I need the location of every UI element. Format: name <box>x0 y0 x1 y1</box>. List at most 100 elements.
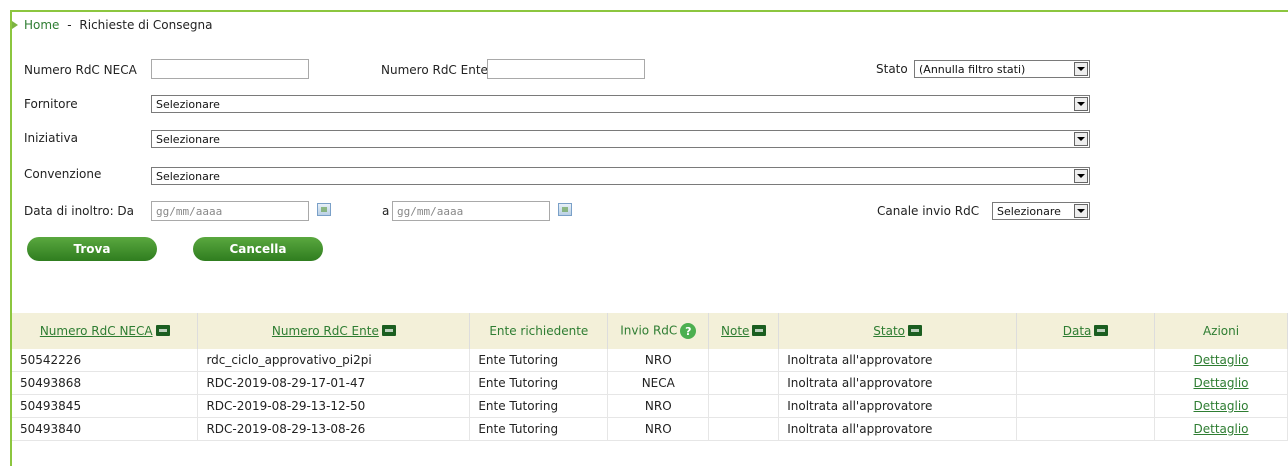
breadcrumb-separator: - <box>63 18 76 32</box>
cell-numero-ente: RDC-2019-08-29-13-08-26 <box>197 417 471 441</box>
invio-header-label: Invio RdC <box>620 323 678 338</box>
dettaglio-link[interactable]: Dettaglio <box>1194 376 1249 390</box>
azioni-header-label: Azioni <box>1202 324 1240 338</box>
breadcrumb: Home - Richieste di Consegna <box>12 18 212 32</box>
numero-neca-label: Numero RdC NECA <box>24 63 137 77</box>
sort-icon[interactable] <box>1094 325 1109 336</box>
table-header-row: Numero RdC NECA Numero RdC Ente Ente ric… <box>12 313 1288 349</box>
sort-icon[interactable] <box>908 325 923 336</box>
cell-azioni: Dettaglio <box>1154 349 1288 372</box>
chevron-down-icon <box>1074 204 1088 218</box>
table-row: 50493868 RDC-2019-08-29-17-01-47 Ente Tu… <box>12 371 1288 395</box>
cell-data <box>1016 394 1156 418</box>
cell-note <box>708 371 780 395</box>
data-a-input[interactable] <box>392 201 550 221</box>
cell-invio: NRO <box>607 349 710 372</box>
data-da-label: Data di inoltro: Da <box>24 204 135 218</box>
table-row: 50493840 RDC-2019-08-29-13-08-26 Ente Tu… <box>12 417 1288 441</box>
calendar-icon[interactable] <box>558 203 572 216</box>
trova-button[interactable]: Trova <box>27 237 157 261</box>
sort-numero-ente-link[interactable]: Numero RdC Ente <box>272 324 379 338</box>
chevron-down-icon <box>1074 132 1088 146</box>
col-numero-neca[interactable]: Numero RdC NECA <box>12 313 199 349</box>
dettaglio-link[interactable]: Dettaglio <box>1194 422 1249 436</box>
sort-icon[interactable] <box>155 325 170 336</box>
cell-numero-ente: RDC-2019-08-29-17-01-47 <box>197 371 471 395</box>
cell-numero-neca: 50542226 <box>12 349 199 372</box>
convenzione-label: Convenzione <box>24 167 102 181</box>
dettaglio-link[interactable]: Dettaglio <box>1194 353 1249 367</box>
cell-stato: Inoltrata all'approvatore <box>778 394 1018 418</box>
data-da-input[interactable] <box>151 201 309 221</box>
fornitore-label: Fornitore <box>24 97 78 111</box>
table-row: 50542226 rdc_ciclo_approvativo_pi2pi Ent… <box>12 349 1288 372</box>
results-table: Numero RdC NECA Numero RdC Ente Ente ric… <box>12 313 1288 441</box>
iniziativa-select[interactable]: Selezionare <box>151 130 1090 148</box>
cell-note <box>708 349 780 372</box>
col-azioni: Azioni <box>1154 313 1288 349</box>
sort-numero-neca-link[interactable]: Numero RdC NECA <box>40 324 153 338</box>
col-invio-rdc: Invio RdC? <box>607 313 710 349</box>
cell-numero-neca: 50493840 <box>12 417 199 441</box>
cell-stato: Inoltrata all'approvatore <box>778 417 1018 441</box>
stato-label: Stato <box>876 62 908 76</box>
col-data[interactable]: Data <box>1016 313 1156 349</box>
cell-invio: NRO <box>607 417 710 441</box>
col-note[interactable]: Note <box>708 313 780 349</box>
stato-select-value: (Annulla filtro stati) <box>919 62 1026 76</box>
breadcrumb-home-link[interactable]: Home <box>24 18 59 32</box>
sort-stato-link[interactable]: Stato <box>873 324 905 338</box>
sort-note-link[interactable]: Note <box>721 324 749 338</box>
canale-label: Canale invio RdC <box>877 204 980 218</box>
iniziativa-select-value: Selezionare <box>156 132 220 146</box>
sort-icon[interactable] <box>752 325 767 336</box>
cell-azioni: Dettaglio <box>1154 394 1288 418</box>
cell-data <box>1016 371 1156 395</box>
numero-ente-input[interactable] <box>487 59 645 79</box>
sort-data-link[interactable]: Data <box>1063 324 1092 338</box>
ente-header-label: Ente richiedente <box>489 324 589 338</box>
cell-numero-neca: 50493845 <box>12 394 199 418</box>
cell-note <box>708 417 780 441</box>
cell-numero-ente: RDC-2019-08-29-13-12-50 <box>197 394 471 418</box>
cell-ente: Ente Tutoring <box>469 371 609 395</box>
cell-data <box>1016 417 1156 441</box>
help-icon[interactable]: ? <box>680 323 697 339</box>
cancella-button[interactable]: Cancella <box>193 237 323 261</box>
calendar-icon[interactable] <box>317 203 331 216</box>
chevron-down-icon <box>1074 97 1088 111</box>
numero-ente-label: Numero RdC Ente <box>381 63 488 77</box>
cell-data <box>1016 349 1156 372</box>
cell-azioni: Dettaglio <box>1154 371 1288 395</box>
breadcrumb-arrow-icon <box>12 21 18 29</box>
convenzione-select[interactable]: Selezionare <box>151 167 1090 185</box>
dettaglio-link[interactable]: Dettaglio <box>1194 399 1249 413</box>
cell-ente: Ente Tutoring <box>469 394 609 418</box>
cell-ente: Ente Tutoring <box>469 349 609 372</box>
stato-select[interactable]: (Annulla filtro stati) <box>914 60 1090 78</box>
cell-numero-ente: rdc_ciclo_approvativo_pi2pi <box>197 349 471 372</box>
numero-neca-input[interactable] <box>151 59 309 79</box>
breadcrumb-current: Richieste di Consegna <box>79 18 213 32</box>
cell-note <box>708 394 780 418</box>
canale-select-value: Selezionare <box>997 204 1061 218</box>
convenzione-select-value: Selezionare <box>156 169 220 183</box>
chevron-down-icon <box>1074 169 1088 183</box>
cell-stato: Inoltrata all'approvatore <box>778 349 1018 372</box>
table-row: 50493845 RDC-2019-08-29-13-12-50 Ente Tu… <box>12 394 1288 418</box>
col-ente-richiedente: Ente richiedente <box>469 313 609 349</box>
fornitore-select-value: Selezionare <box>156 97 220 111</box>
fornitore-select[interactable]: Selezionare <box>151 95 1090 113</box>
canale-select[interactable]: Selezionare <box>992 202 1090 220</box>
chevron-down-icon <box>1074 62 1088 76</box>
iniziativa-label: Iniziativa <box>24 131 78 145</box>
cell-azioni: Dettaglio <box>1154 417 1288 441</box>
col-stato[interactable]: Stato <box>778 313 1018 349</box>
col-numero-ente[interactable]: Numero RdC Ente <box>197 313 471 349</box>
cell-ente: Ente Tutoring <box>469 417 609 441</box>
cell-invio: NECA <box>607 371 710 395</box>
cell-numero-neca: 50493868 <box>12 371 199 395</box>
cell-invio: NRO <box>607 394 710 418</box>
data-a-label: a <box>382 204 390 218</box>
sort-icon[interactable] <box>381 325 396 336</box>
